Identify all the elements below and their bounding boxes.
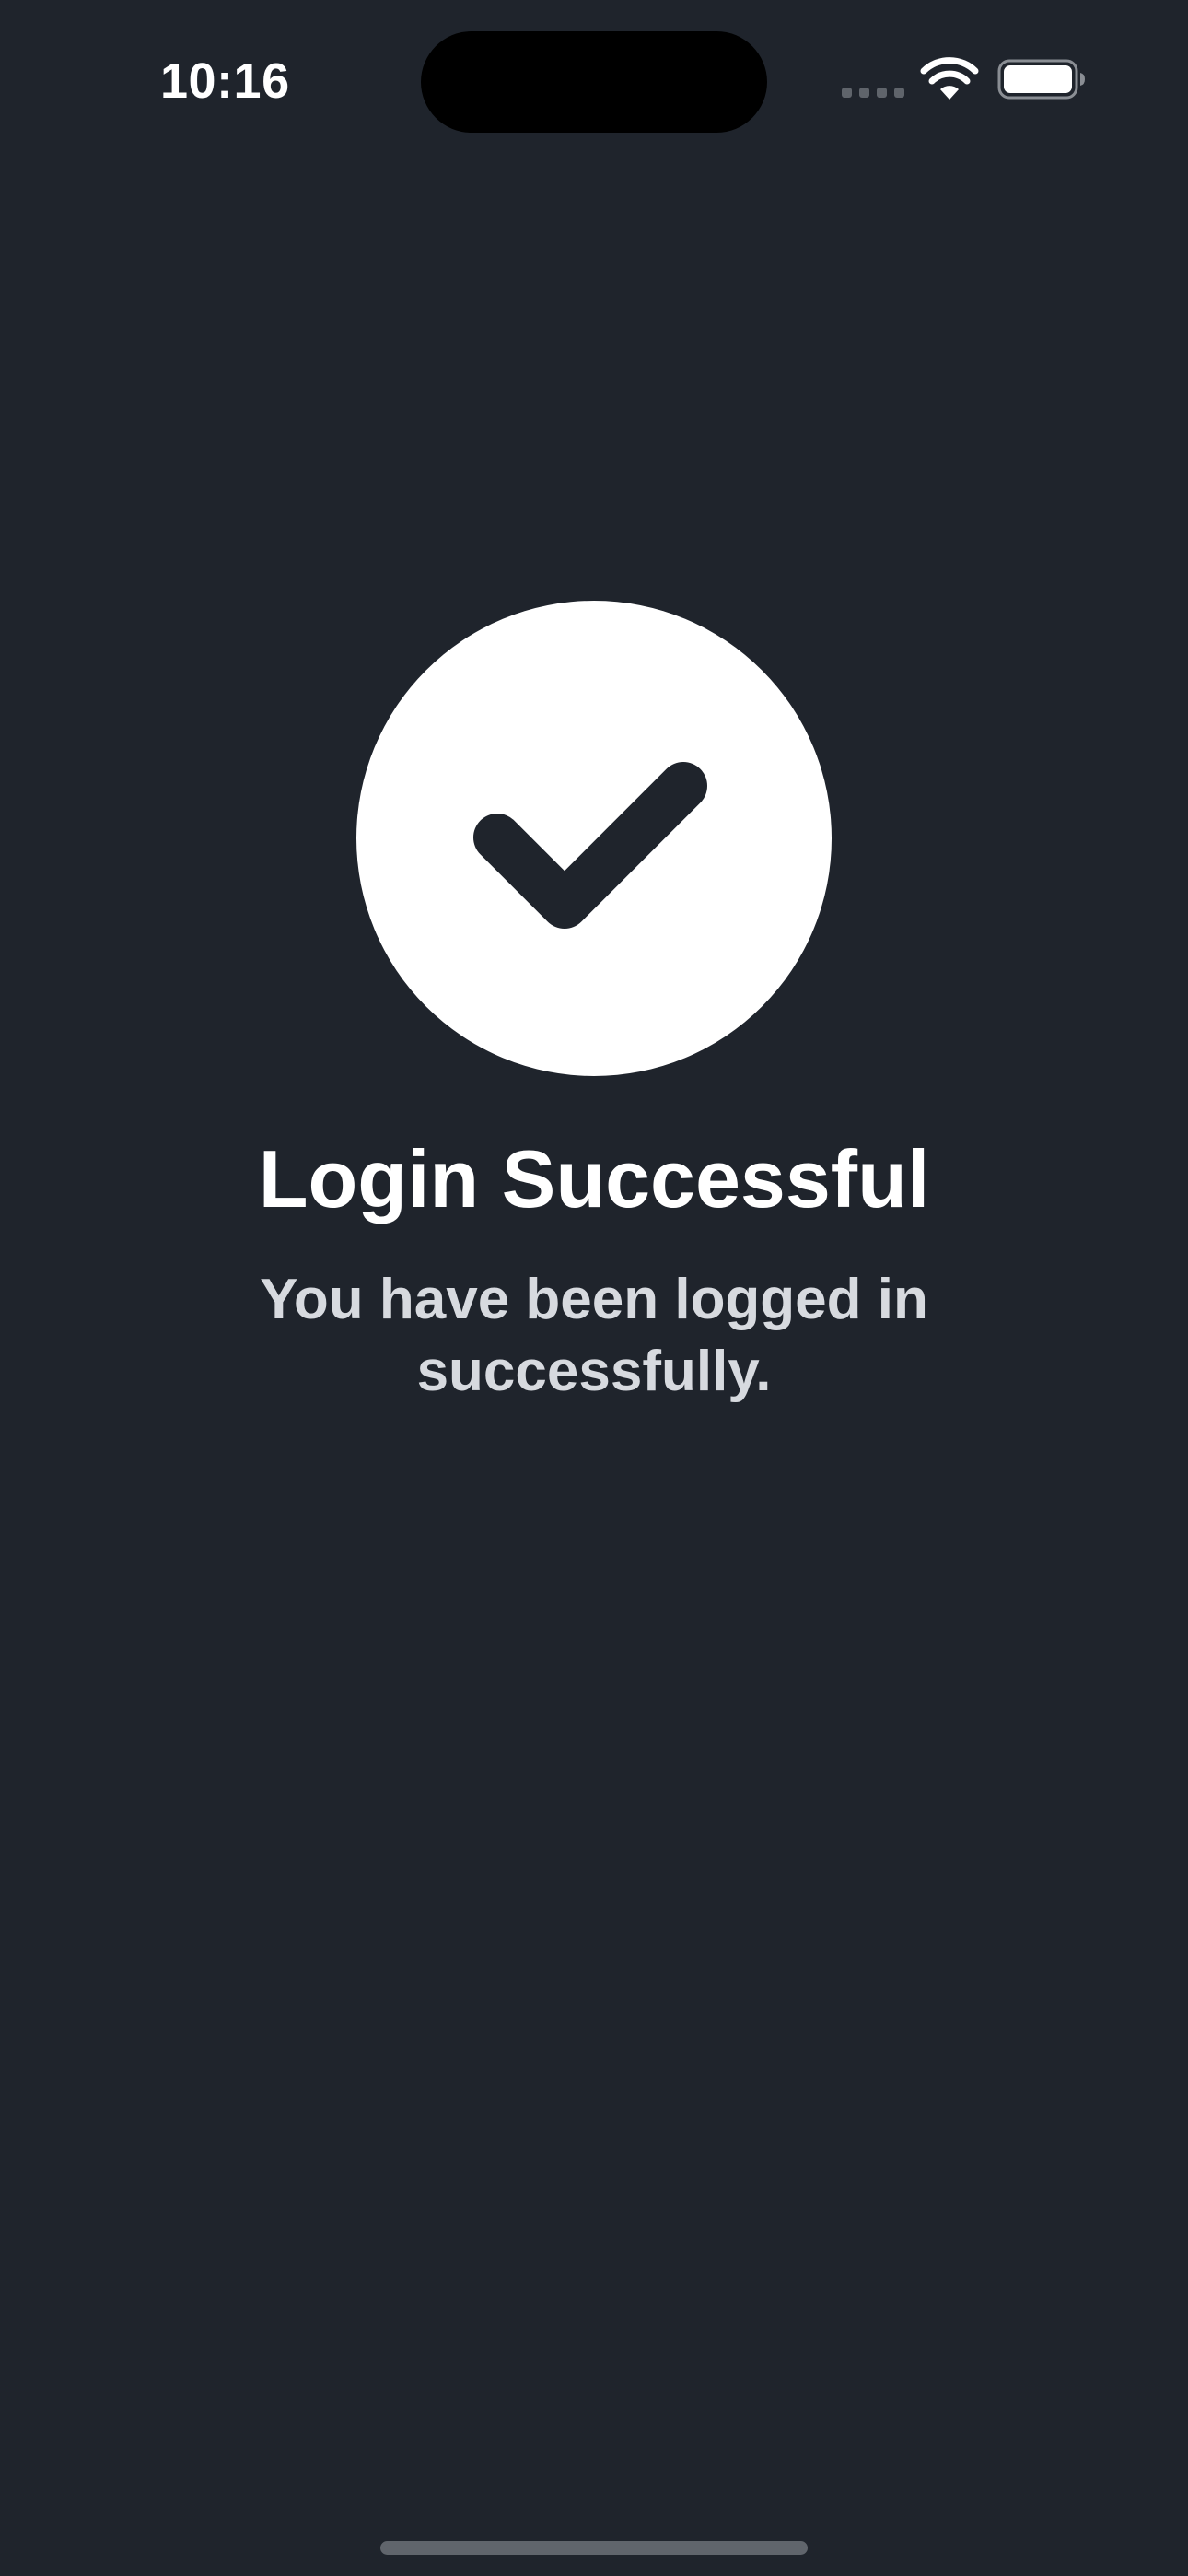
status-bar: 10:16 (0, 0, 1188, 138)
dynamic-island (421, 31, 767, 133)
status-time: 10:16 (160, 53, 290, 109)
wifi-icon (920, 57, 979, 100)
success-icon-circle (356, 601, 832, 1076)
page-title: Login Successful (258, 1133, 930, 1224)
success-message: You have been logged in successfully. (260, 1268, 928, 1403)
battery-icon (997, 59, 1085, 100)
login-success-screen: 10:16 Login Successful You have been log… (0, 0, 1188, 2576)
home-indicator[interactable] (380, 2541, 808, 2555)
cellular-signal-icon (842, 88, 904, 99)
checkmark-icon (473, 762, 707, 929)
